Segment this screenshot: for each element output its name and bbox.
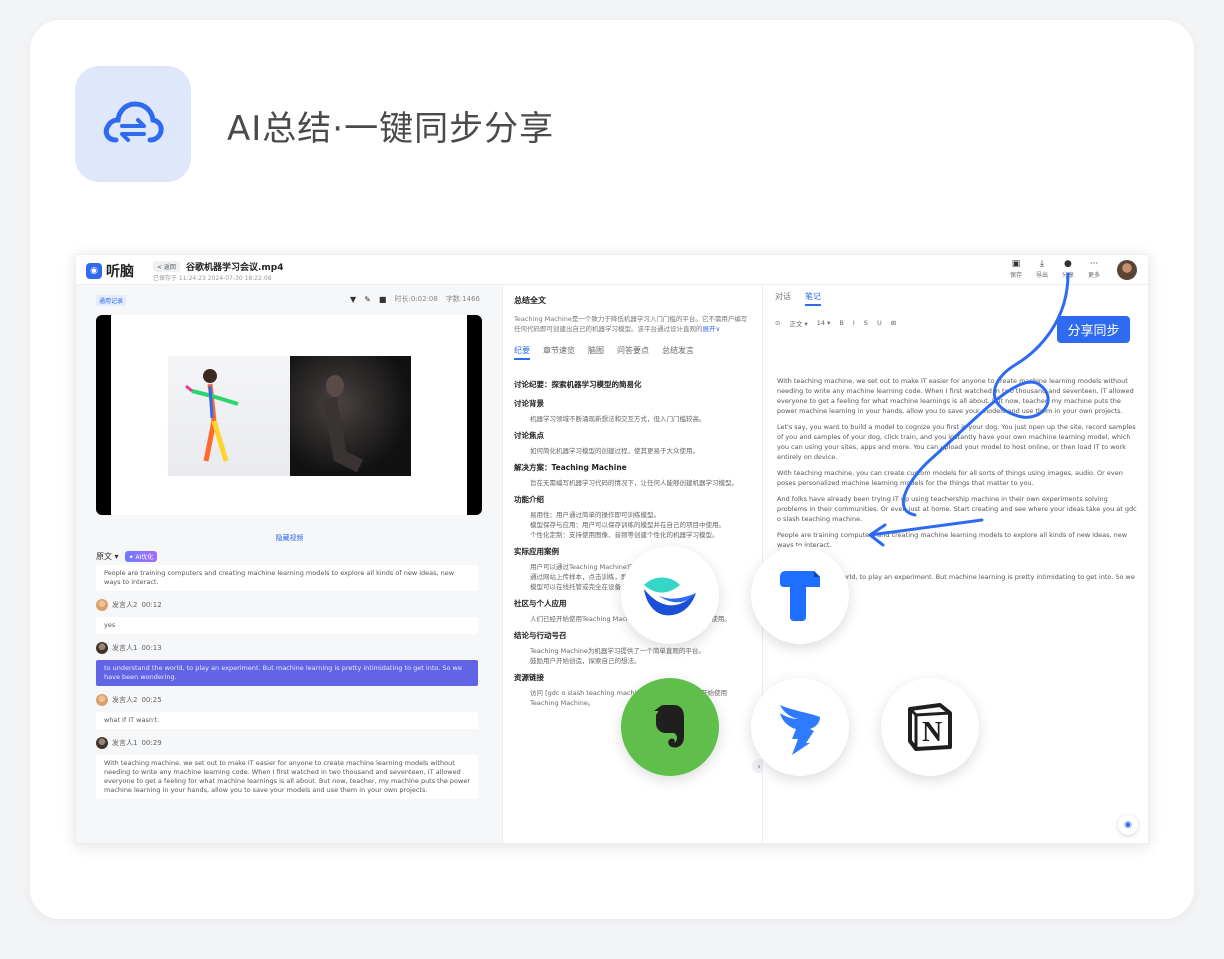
summary-text: Teaching Machine是一个致力于降低机器学习入门门槛的平台。它不需用… xyxy=(514,315,748,333)
tab-notes[interactable]: 笔记 xyxy=(805,291,821,306)
logo-icon: ◉ xyxy=(86,263,102,279)
record-type-tag: 通用记录 xyxy=(96,295,127,306)
section-text: 易用性：用户通过简单的操作即可训练模型。 模型保存与应用：用户可以保存训练的模型… xyxy=(530,511,725,539)
clock-icon[interactable]: ⊙ xyxy=(775,319,780,327)
save-icon: ▣ xyxy=(1011,259,1021,269)
evernote-icon[interactable] xyxy=(621,678,719,776)
section-text: Teaching Machine为机器学习提供了一个简单直观的平台。 鼓励用户开… xyxy=(530,647,705,665)
dingtalk-icon[interactable] xyxy=(751,678,849,776)
section-text: 旨在无需编写机器学习代码的情况下，让任何人能够创建机器学习模型。 xyxy=(530,479,738,487)
tab-speech-summary[interactable]: 总结发言 xyxy=(662,345,694,360)
hero-title: AI总结·一键同步分享 xyxy=(227,109,555,149)
ai-optimize-badge[interactable]: ✦ AI优化 xyxy=(124,551,158,562)
back-button[interactable]: < 返回 xyxy=(153,261,180,272)
speaker-avatar xyxy=(96,642,108,654)
speaker-row: 发言人2 00:25 xyxy=(96,694,478,706)
tab-mindmap[interactable]: 脑图 xyxy=(588,345,604,360)
app-window: ◉ 听脑 < 返回 谷歌机器学习会议.mp4 已保存于 11:24:23 202… xyxy=(75,254,1149,844)
editor-toolbar: ⊙ 正文 ▾ 14 ▾ B I S U ⊞ xyxy=(775,318,896,328)
logo-text: 听脑 xyxy=(106,264,134,280)
share-sync-button[interactable]: 分享同步 xyxy=(1057,316,1130,343)
feature-card: AI总结·一键同步分享 ◉ 听脑 < 返回 谷歌机器学习会议.mp4 已保存于 … xyxy=(30,20,1194,919)
share-button[interactable]: ● 分享 xyxy=(1062,259,1074,279)
summary-tabs: 纪要 章节速览 脑图 问答要点 总结发言 xyxy=(514,345,694,360)
top-actions: ▣ 保存 ⤓ 导出 ● 分享 ··· 更多 xyxy=(1010,259,1100,279)
section-text: 如何简化机器学习模型的创建过程，使其更易于大众使用。 xyxy=(530,447,699,455)
more-button[interactable]: ··· 更多 xyxy=(1088,259,1100,279)
word-count: 字数:1466 xyxy=(445,295,480,303)
save-button[interactable]: ▣ 保存 xyxy=(1010,259,1022,279)
edit-icon[interactable]: ✎ xyxy=(364,295,371,304)
language-select[interactable]: 原文 ▾ xyxy=(96,551,119,562)
file-meta: 已保存于 11:24:23 2024-07-30 18:22:08 xyxy=(153,275,272,282)
transcript-text: yes xyxy=(96,617,478,634)
transcript-text: what if IT wasn't. xyxy=(96,712,478,729)
style-select[interactable]: 正文 ▾ xyxy=(789,318,807,328)
minutes-title: 讨论纪要：探索机器学习模型的简易化 xyxy=(514,380,642,389)
tab-minutes[interactable]: 纪要 xyxy=(514,345,530,360)
section-heading: 结论与行动号召 xyxy=(514,631,567,640)
speaker-avatar xyxy=(96,694,108,706)
app-logo: ◉ 听脑 xyxy=(86,261,134,281)
section-heading: 实际应用案例 xyxy=(514,547,559,556)
tab-qa[interactable]: 问答要点 xyxy=(617,345,649,360)
bold-icon[interactable]: B xyxy=(839,319,843,327)
left-tools: ▼ ✎ ■ 时长:0:02:08 字数:1466 xyxy=(350,294,480,304)
export-button[interactable]: ⤓ 导出 xyxy=(1036,259,1048,279)
notes-tabs: 对话 笔记 xyxy=(775,291,821,306)
video-icon[interactable]: ■ xyxy=(379,295,387,304)
more-icon: ··· xyxy=(1089,259,1099,269)
strike-icon[interactable]: S xyxy=(864,319,868,327)
duration: 时长:0:02:08 xyxy=(394,295,438,303)
speaker-row: 发言人1 00:13 xyxy=(96,642,478,654)
video-frame-left xyxy=(168,356,290,476)
section-text: 机器学习领域不断涌现新想法和交互方式，但入门门槛较高。 xyxy=(530,415,706,423)
hide-video-link[interactable]: 隐藏视频 xyxy=(76,533,503,543)
summary-heading: 总结全文 xyxy=(514,296,546,305)
top-bar: ◉ 听脑 < 返回 谷歌机器学习会议.mp4 已保存于 11:24:23 202… xyxy=(76,255,1148,285)
section-heading: 讨论焦点 xyxy=(514,431,544,440)
font-size-select[interactable]: 14 ▾ xyxy=(817,319,831,327)
speaker-avatar xyxy=(96,599,108,611)
tab-chapters[interactable]: 章节速览 xyxy=(543,345,575,360)
minutes-body: 讨论纪要：探索机器学习模型的简易化 讨论背景 机器学习领域不断涌现新想法和交互方… xyxy=(514,379,752,714)
italic-icon[interactable]: I xyxy=(853,319,855,327)
svg-text:N: N xyxy=(922,717,942,748)
section-heading: 功能介绍 xyxy=(514,495,544,504)
section-heading: 讨论背景 xyxy=(514,399,544,408)
section-heading: 解决方案：Teaching Machine xyxy=(514,463,627,472)
expand-link[interactable]: 展开∨ xyxy=(703,325,721,333)
section-heading: 资源链接 xyxy=(514,673,544,682)
tencent-docs-icon[interactable] xyxy=(751,546,849,644)
transcript-list: People are training computers and creati… xyxy=(96,565,478,807)
file-name: 谷歌机器学习会议.mp4 xyxy=(186,263,284,273)
transcript-text-active: to understand the world, to play an expe… xyxy=(96,660,478,686)
transcript-text: With teaching machine, we set out to mak… xyxy=(96,755,478,799)
download-icon: ⤓ xyxy=(1039,259,1044,269)
underline-icon[interactable]: U xyxy=(877,319,882,327)
video-player[interactable] xyxy=(96,315,482,515)
tab-dialogue[interactable]: 对话 xyxy=(775,291,791,306)
cloud-sync-icon xyxy=(75,66,191,182)
feishu-icon[interactable] xyxy=(621,546,719,644)
assistant-icon[interactable]: ◉ xyxy=(1118,815,1138,835)
speaker-row: 发言人1 00:29 xyxy=(96,737,478,749)
speaker-row: 发言人2 00:12 xyxy=(96,599,478,611)
share-icon: ● xyxy=(1064,259,1072,269)
filter-icon[interactable]: ▼ xyxy=(350,295,356,304)
user-avatar[interactable] xyxy=(1117,260,1137,280)
image-icon[interactable]: ⊞ xyxy=(891,319,896,327)
transcript-text: People are training computers and creati… xyxy=(96,565,478,591)
language-row: 原文 ▾ ✦ AI优化 xyxy=(96,551,158,562)
video-frame-right xyxy=(290,356,411,476)
left-panel: 通用记录 ▼ ✎ ■ 时长:0:02:08 字数:1466 隐藏视频 原文 ▾ … xyxy=(76,285,503,843)
notion-icon[interactable]: N xyxy=(881,678,979,776)
speaker-avatar xyxy=(96,737,108,749)
